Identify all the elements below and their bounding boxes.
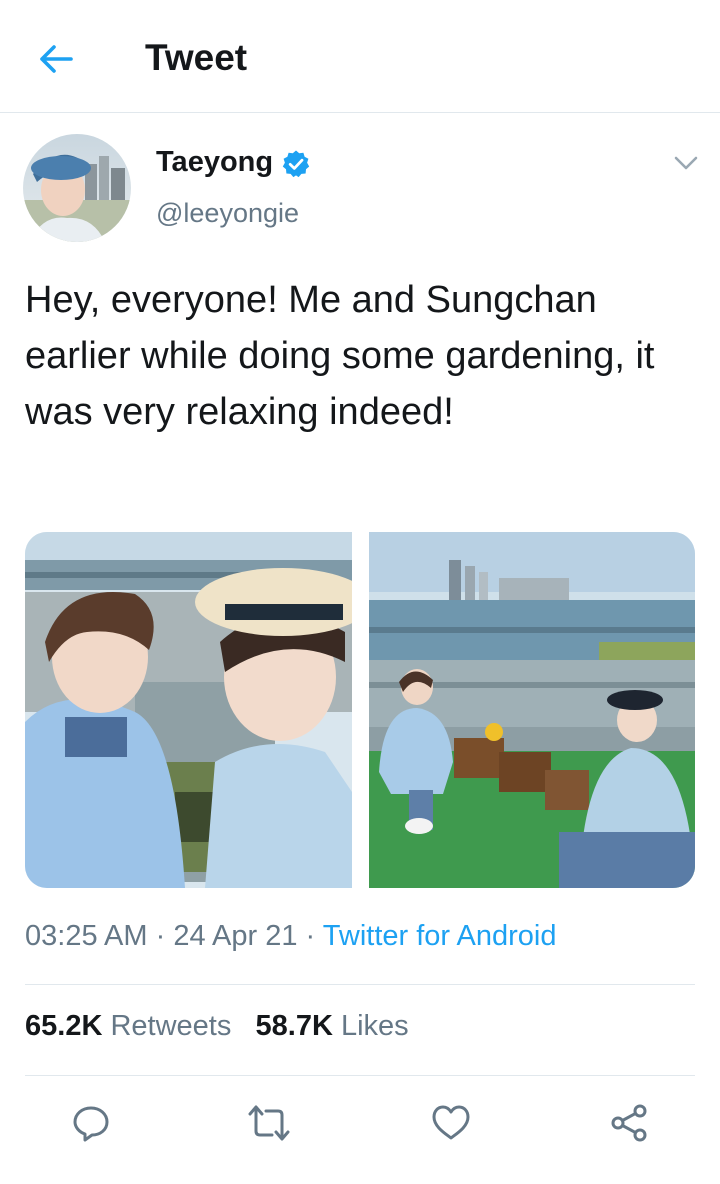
likes-count: 58.7K bbox=[255, 1010, 333, 1042]
tweet-meta: 03:25 AM · 24 Apr 21 · Twitter for Andro… bbox=[25, 920, 556, 953]
tweet-stats: 65.2K Retweets 58.7K Likes bbox=[25, 1010, 409, 1043]
page-title: Tweet bbox=[145, 37, 248, 78]
top-bar: Tweet bbox=[0, 0, 720, 113]
share-button[interactable] bbox=[606, 1100, 652, 1146]
comment-icon bbox=[73, 1106, 109, 1142]
retweet-button[interactable] bbox=[246, 1100, 292, 1146]
likes-label: Likes bbox=[340, 1010, 409, 1042]
tweet-photo-2[interactable] bbox=[369, 532, 695, 888]
retweets-count: 65.2K bbox=[25, 1010, 103, 1042]
chevron-down-icon bbox=[674, 156, 698, 170]
tweet-photo-1[interactable] bbox=[25, 532, 352, 888]
verified-badge-icon bbox=[282, 150, 310, 178]
avatar[interactable] bbox=[23, 134, 131, 242]
heart-icon bbox=[432, 1105, 470, 1140]
meta-separator: · bbox=[305, 920, 316, 952]
meta-separator: · bbox=[155, 920, 166, 952]
divider bbox=[25, 1075, 695, 1076]
back-button[interactable] bbox=[30, 33, 82, 85]
tweet-time: 03:25 AM bbox=[25, 920, 148, 952]
retweets-stat[interactable]: 65.2K Retweets bbox=[25, 1010, 231, 1042]
share-icon bbox=[611, 1104, 647, 1142]
tweet-menu-button[interactable] bbox=[668, 148, 704, 178]
likes-stat[interactable]: 58.7K Likes bbox=[256, 1010, 409, 1042]
retweet-icon bbox=[248, 1105, 290, 1141]
retweets-label: Retweets bbox=[110, 1010, 232, 1042]
reply-button[interactable] bbox=[68, 1100, 114, 1146]
divider bbox=[25, 984, 695, 985]
author-name[interactable]: Taeyong bbox=[156, 146, 273, 179]
tweet-source-link[interactable]: Twitter for Android bbox=[323, 920, 557, 952]
tweet-date: 24 Apr 21 bbox=[173, 920, 298, 952]
like-button[interactable] bbox=[428, 1100, 474, 1146]
arrow-left-icon bbox=[40, 45, 73, 73]
author-handle[interactable]: @leeyongie bbox=[156, 198, 299, 229]
tweet-text: Hey, everyone! Me and Sungchan earlier w… bbox=[25, 279, 655, 433]
